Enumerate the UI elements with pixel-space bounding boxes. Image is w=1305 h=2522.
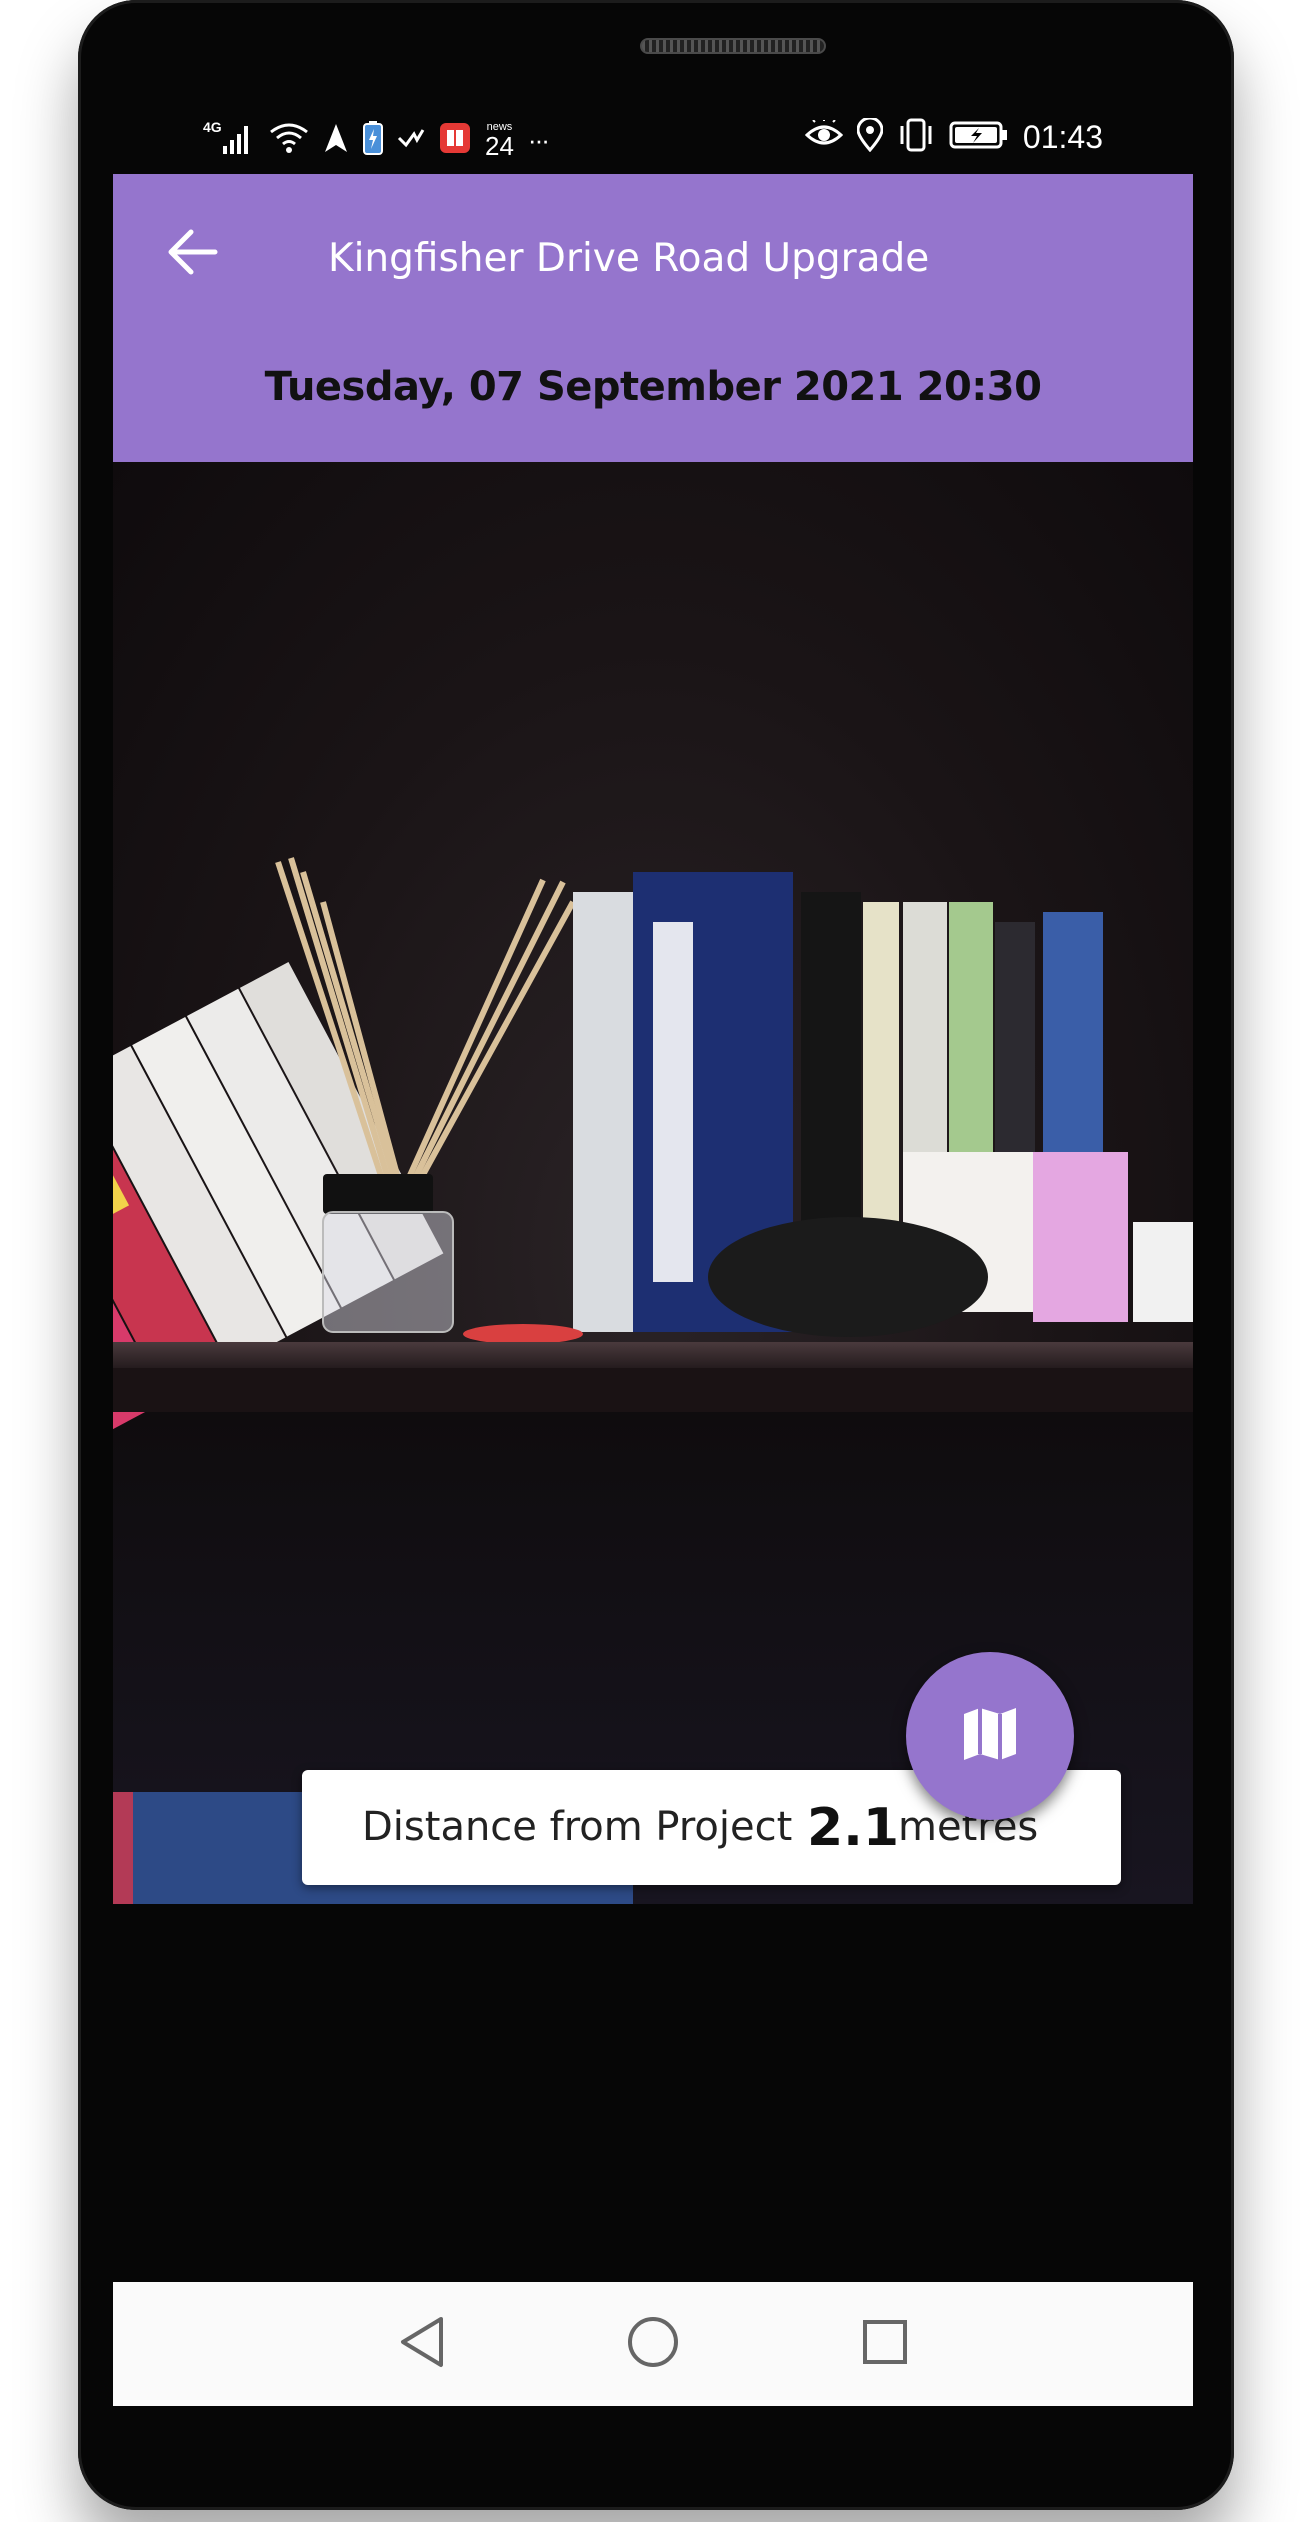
news-count: news 24 bbox=[485, 121, 514, 161]
battery-charging-icon bbox=[949, 120, 1009, 155]
location-icon bbox=[856, 116, 884, 157]
arrow-back-icon bbox=[167, 228, 219, 281]
system-nav-bar bbox=[113, 2282, 1193, 2406]
check-icon bbox=[397, 126, 425, 155]
signal-icon: 4G bbox=[203, 118, 255, 163]
nav-recents-button[interactable] bbox=[853, 2312, 917, 2376]
news-app-icon bbox=[439, 122, 471, 159]
vibrate-icon bbox=[897, 118, 935, 157]
battery-saver-icon bbox=[363, 121, 383, 160]
nav-home-icon bbox=[626, 2315, 680, 2374]
nav-back-icon bbox=[397, 2315, 447, 2374]
map-icon bbox=[958, 1702, 1022, 1771]
distance-label: Distance from Project bbox=[362, 1804, 793, 1850]
status-bar: 4G news 24 ··· 01:43 bbox=[113, 110, 1193, 170]
map-button[interactable] bbox=[906, 1652, 1074, 1820]
nav-home-button[interactable] bbox=[621, 2312, 685, 2376]
back-button[interactable] bbox=[165, 226, 221, 282]
photo-datetime: Tuesday, 07 September 2021 20:30 bbox=[264, 364, 1042, 410]
eye-icon bbox=[804, 119, 844, 155]
app-bar: Kingfisher Drive Road Upgrade Tuesday, 0… bbox=[113, 174, 1193, 462]
more-dots-icon: ··· bbox=[527, 125, 550, 155]
svg-text:4G: 4G bbox=[203, 119, 222, 135]
nav-recents-icon bbox=[861, 2318, 909, 2371]
page-title: Kingfisher Drive Road Upgrade bbox=[328, 236, 930, 281]
distance-value: 2.1 bbox=[807, 1798, 900, 1858]
clock: 01:43 bbox=[1022, 119, 1103, 155]
navigation-icon bbox=[323, 122, 349, 159]
earpiece-speaker bbox=[640, 38, 826, 54]
nav-back-button[interactable] bbox=[390, 2312, 454, 2376]
wifi-icon bbox=[269, 120, 309, 161]
